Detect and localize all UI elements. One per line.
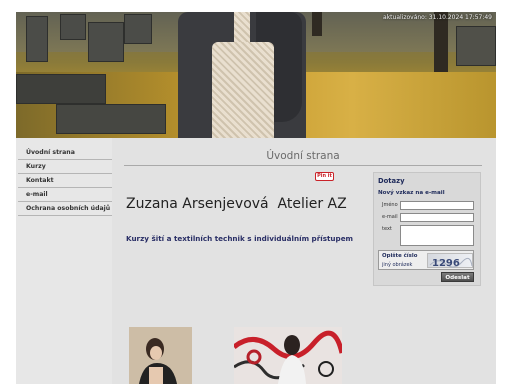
captcha-image: 1296 (427, 253, 473, 269)
submit-button[interactable]: Odeslat (441, 272, 474, 282)
captcha-digits-graphic: 1296 (429, 257, 473, 269)
banner-crochet-bag (212, 42, 274, 138)
last-updated-text: aktualizováno: 31.10.2024 17:57:49 (383, 14, 492, 21)
banner-gravestone (26, 16, 48, 62)
name-field[interactable] (400, 201, 474, 210)
photo-portrait-graphic (129, 327, 192, 384)
banner-tree-trunk (312, 12, 322, 36)
banner-tree-trunk (434, 12, 448, 72)
sidebar-nav: Úvodní strana Kurzy Kontakt e-mail Ochra… (18, 146, 112, 216)
banner-gravestone (88, 22, 124, 62)
captcha-title: Opište číslo (382, 253, 418, 259)
captcha-code: 1296 (432, 258, 460, 269)
email-field[interactable] (400, 213, 474, 222)
sidebar-item-privacy[interactable]: Ochrana osobních údajů (18, 202, 112, 216)
gallery-photo-graffiti-wall[interactable] (234, 327, 342, 384)
contact-form-subtitle: Nový vzkaz na e-mail (378, 190, 445, 196)
gallery-photo-woman-portrait[interactable] (129, 327, 192, 384)
text-label: text (382, 226, 392, 232)
pinterest-pin-icon[interactable]: Pin it (315, 172, 334, 181)
name-label: Jméno (382, 202, 398, 208)
banner-gravestone (456, 26, 496, 66)
photo-graffiti-graphic (234, 327, 342, 384)
sidebar-item-email[interactable]: e-mail (18, 188, 112, 202)
banner-tomb (16, 74, 106, 104)
captcha-refresh-link[interactable]: jiný obrázek (382, 262, 412, 268)
contact-form-title: Dotazy (378, 177, 405, 185)
email-label: e-mail (382, 214, 398, 220)
captcha-box: Opište číslo jiný obrázek 1296 (378, 250, 474, 270)
header-banner-image: aktualizováno: 31.10.2024 17:57:49 (16, 12, 496, 138)
sidebar-item-contact[interactable]: Kontakt (18, 174, 112, 188)
contact-form: Dotazy Nový vzkaz na e-mail Jméno e-mail… (373, 172, 481, 286)
banner-gravestone (60, 14, 86, 40)
tagline-text: Kurzy šití a textilních technik s indivi… (126, 234, 354, 243)
sidebar-item-home[interactable]: Úvodní strana (18, 146, 112, 160)
banner-tomb (56, 104, 166, 134)
banner-gravestone (124, 14, 152, 44)
page-title: Úvodní strana (124, 150, 482, 166)
message-textarea[interactable] (400, 225, 474, 246)
site-name-heading: Zuzana Arsenjevová Atelier AZ (126, 196, 347, 212)
sidebar-item-courses[interactable]: Kurzy (18, 160, 112, 174)
